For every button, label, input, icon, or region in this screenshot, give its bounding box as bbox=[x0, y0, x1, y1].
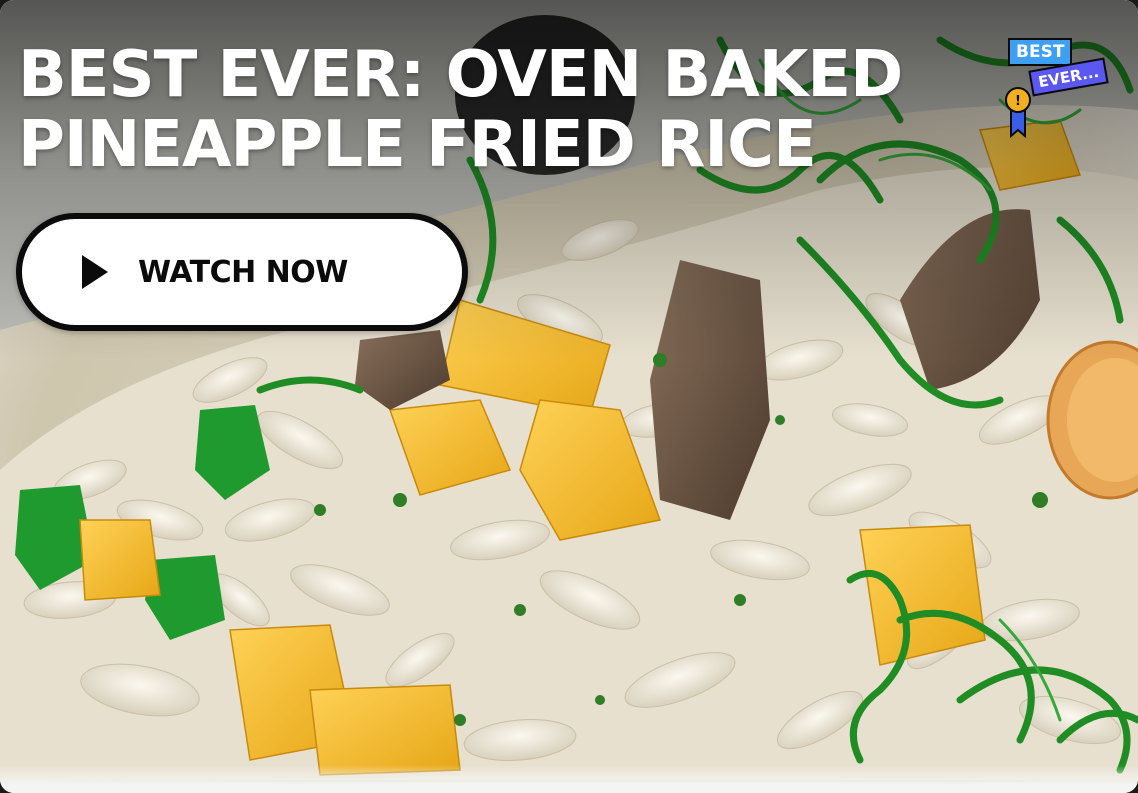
medal-icon: ! bbox=[1005, 87, 1031, 138]
recipe-video-card[interactable]: BEST EVER: OVEN BAKED PINEAPPLE FRIED RI… bbox=[0, 0, 1138, 793]
best-ever-badge-icon: BEST EVER... ! bbox=[1000, 36, 1120, 141]
watch-now-label: WATCH NOW bbox=[138, 254, 348, 290]
badge-best-label: BEST bbox=[1008, 38, 1073, 66]
medal-mark: ! bbox=[1015, 94, 1021, 109]
play-icon bbox=[82, 255, 108, 289]
recipe-title: BEST EVER: OVEN BAKED PINEAPPLE FRIED RI… bbox=[18, 38, 903, 182]
recipe-title-line-1: BEST EVER: OVEN BAKED bbox=[18, 38, 903, 112]
bottom-fade bbox=[0, 765, 1138, 793]
watch-now-button[interactable]: WATCH NOW bbox=[16, 213, 468, 331]
recipe-title-line-2: PINEAPPLE FRIED RICE bbox=[18, 108, 817, 182]
